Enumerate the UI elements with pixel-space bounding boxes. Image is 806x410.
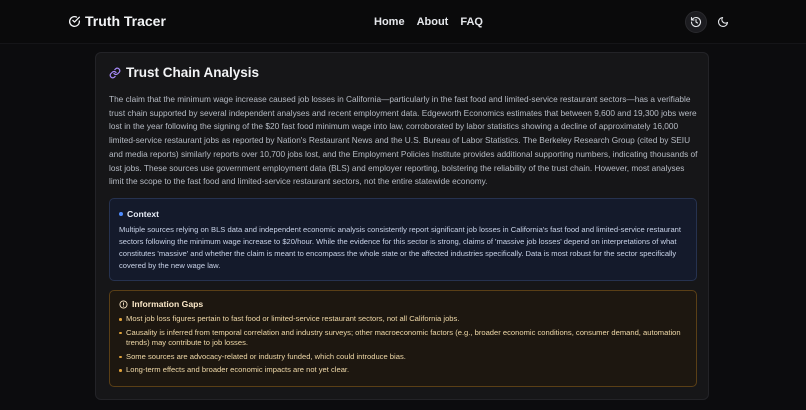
link-icon	[109, 67, 121, 78]
context-text: Multiple sources relying on BLS data and…	[119, 225, 681, 271]
brand-name: Truth Tracer	[85, 13, 166, 29]
context-heading: Context	[119, 209, 687, 219]
alert-circle-icon	[119, 299, 128, 309]
card-title: Trust Chain Analysis	[109, 65, 259, 80]
list-item: Long-term effects and broader economic i…	[119, 365, 687, 376]
nav-home-link[interactable]: Home	[374, 16, 405, 28]
list-item: Most job loss figures pertain to fast fo…	[119, 314, 687, 325]
context-heading-text: Context	[127, 209, 159, 219]
list-item: Causality is inferred from temporal corr…	[119, 328, 687, 349]
brand-logo[interactable]: Truth Tracer	[68, 13, 166, 29]
nav-about-link[interactable]: About	[417, 16, 449, 28]
information-gaps-list: Most job loss figures pertain to fast fo…	[119, 314, 687, 376]
information-gaps-panel: Information Gaps Most job loss figures p…	[109, 290, 697, 387]
information-gaps-heading-text: Information Gaps	[132, 299, 204, 309]
trust-chain-summary: The claim that the minimum wage increase…	[109, 94, 698, 187]
bullet-dot-icon	[119, 212, 123, 216]
moon-icon	[717, 16, 729, 28]
list-item: Some sources are advocacy-related or ind…	[119, 352, 687, 363]
card-title-text: Trust Chain Analysis	[126, 65, 260, 80]
theme-toggle-button[interactable]	[712, 11, 734, 33]
nav-faq-link[interactable]: FAQ	[460, 16, 483, 28]
check-circle-icon	[69, 15, 81, 27]
main-nav: Home About FAQ	[374, 16, 483, 28]
information-gaps-heading: Information Gaps	[119, 299, 687, 309]
history-button[interactable]	[685, 11, 707, 33]
top-navigation-bar: Truth Tracer Home About FAQ	[0, 0, 806, 44]
context-panel: Context Multiple sources relying on BLS …	[109, 198, 697, 281]
history-icon	[690, 16, 702, 28]
trust-chain-card: Trust Chain Analysis The claim that the …	[95, 52, 709, 400]
